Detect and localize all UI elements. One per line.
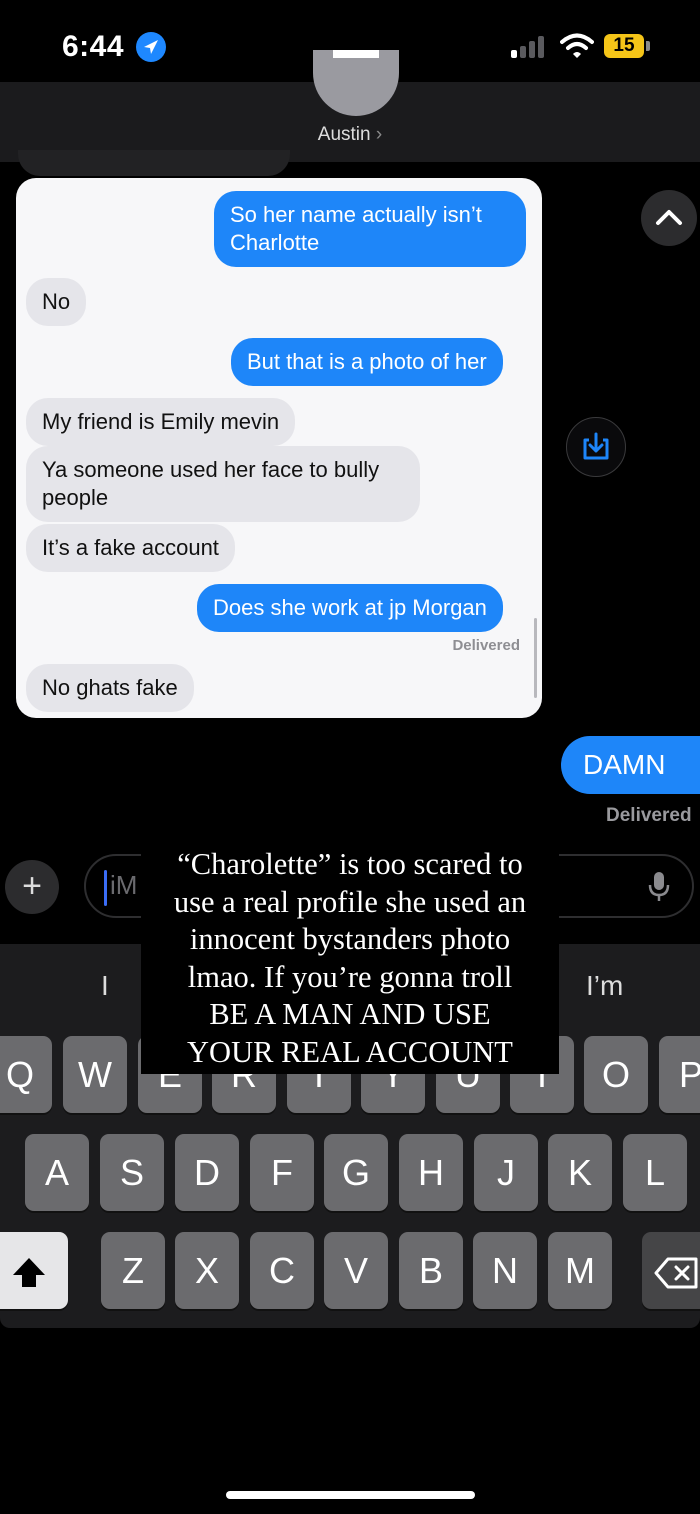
battery-nub bbox=[646, 41, 650, 51]
message-bubble-received: It’s a fake account bbox=[26, 524, 235, 572]
delivered-status: Delivered bbox=[452, 637, 520, 654]
key-q[interactable]: Q bbox=[0, 1036, 52, 1113]
key-b[interactable]: B bbox=[399, 1232, 463, 1309]
key-o[interactable]: O bbox=[584, 1036, 648, 1113]
caption-line: BE A MAN AND USE bbox=[209, 997, 491, 1031]
key-g[interactable]: G bbox=[324, 1134, 388, 1211]
battery-icon: 15 bbox=[604, 34, 644, 58]
save-attachment-button[interactable] bbox=[566, 417, 626, 477]
cellular-signal-icon bbox=[511, 36, 547, 58]
message-bubble-received: Ya someone used her face to bully people bbox=[26, 446, 420, 522]
contact-name: Austin bbox=[317, 124, 371, 145]
key-v[interactable]: V bbox=[324, 1232, 388, 1309]
key-s[interactable]: S bbox=[100, 1134, 164, 1211]
delete-icon bbox=[654, 1257, 698, 1289]
story-caption: “Charolette” is too scared to use a real… bbox=[141, 836, 559, 1074]
message-bubble-received: My friend is Emily mevin bbox=[26, 398, 296, 446]
key-a[interactable]: A bbox=[25, 1134, 89, 1211]
partial-message-bubble bbox=[18, 150, 290, 176]
shared-screenshot: So her name actually isn’t Charlotte No … bbox=[16, 178, 542, 718]
shift-icon bbox=[13, 1258, 45, 1288]
apps-plus-button[interactable]: + bbox=[5, 860, 59, 914]
chevron-right-icon: › bbox=[375, 124, 383, 145]
key-j[interactable]: J bbox=[474, 1134, 538, 1211]
key-k[interactable]: K bbox=[548, 1134, 612, 1211]
key-l[interactable]: L bbox=[623, 1134, 687, 1211]
message-bubble-received: No ghats fake bbox=[26, 664, 194, 712]
scrollbar bbox=[534, 618, 537, 698]
delete-key[interactable] bbox=[642, 1232, 700, 1309]
message-input-placeholder: iM bbox=[110, 870, 138, 900]
scroll-up-button[interactable] bbox=[641, 190, 697, 246]
suggestion-item[interactable]: I bbox=[101, 970, 109, 1002]
message-bubble-received: No bbox=[26, 278, 87, 326]
caption-line: YOUR REAL ACCOUNT bbox=[187, 1034, 513, 1069]
key-m[interactable]: M bbox=[548, 1232, 612, 1309]
key-p[interactable]: P bbox=[659, 1036, 700, 1113]
chevron-up-icon bbox=[656, 210, 682, 225]
key-n[interactable]: N bbox=[473, 1232, 537, 1309]
microphone-icon[interactable] bbox=[648, 871, 670, 903]
caption-line: innocent bystanders photo bbox=[189, 922, 511, 956]
message-bubble-sent: But that is a photo of her bbox=[231, 338, 503, 386]
message-bubble-sent: So her name actually isn’t Charlotte bbox=[214, 191, 526, 267]
caption-line: lmao. If you’re gonna troll bbox=[187, 959, 513, 994]
shift-key[interactable] bbox=[0, 1232, 68, 1309]
key-f[interactable]: F bbox=[250, 1134, 314, 1211]
key-z[interactable]: Z bbox=[101, 1232, 165, 1309]
download-icon bbox=[583, 432, 609, 460]
key-c[interactable]: C bbox=[250, 1232, 314, 1309]
message-bubble-sent: Does she work at jp Morgan bbox=[197, 584, 503, 632]
caption-line: “Charolette” is too scared to bbox=[177, 847, 523, 881]
location-arrow-icon bbox=[136, 32, 166, 62]
home-indicator[interactable] bbox=[226, 1491, 475, 1499]
contact-name-button[interactable]: Austin › bbox=[0, 124, 700, 146]
key-h[interactable]: H bbox=[399, 1134, 463, 1211]
suggestion-item[interactable]: I’m bbox=[586, 970, 623, 1002]
status-time: 6:44 bbox=[62, 30, 125, 63]
wifi-icon bbox=[560, 32, 594, 60]
key-w[interactable]: W bbox=[63, 1036, 127, 1113]
text-caret bbox=[104, 870, 107, 906]
message-bubble-sent: DAMN bbox=[561, 736, 700, 794]
delivered-status: Delivered bbox=[606, 805, 692, 826]
key-d[interactable]: D bbox=[175, 1134, 239, 1211]
key-x[interactable]: X bbox=[175, 1232, 239, 1309]
caption-line: use a real profile she used an bbox=[173, 884, 527, 919]
